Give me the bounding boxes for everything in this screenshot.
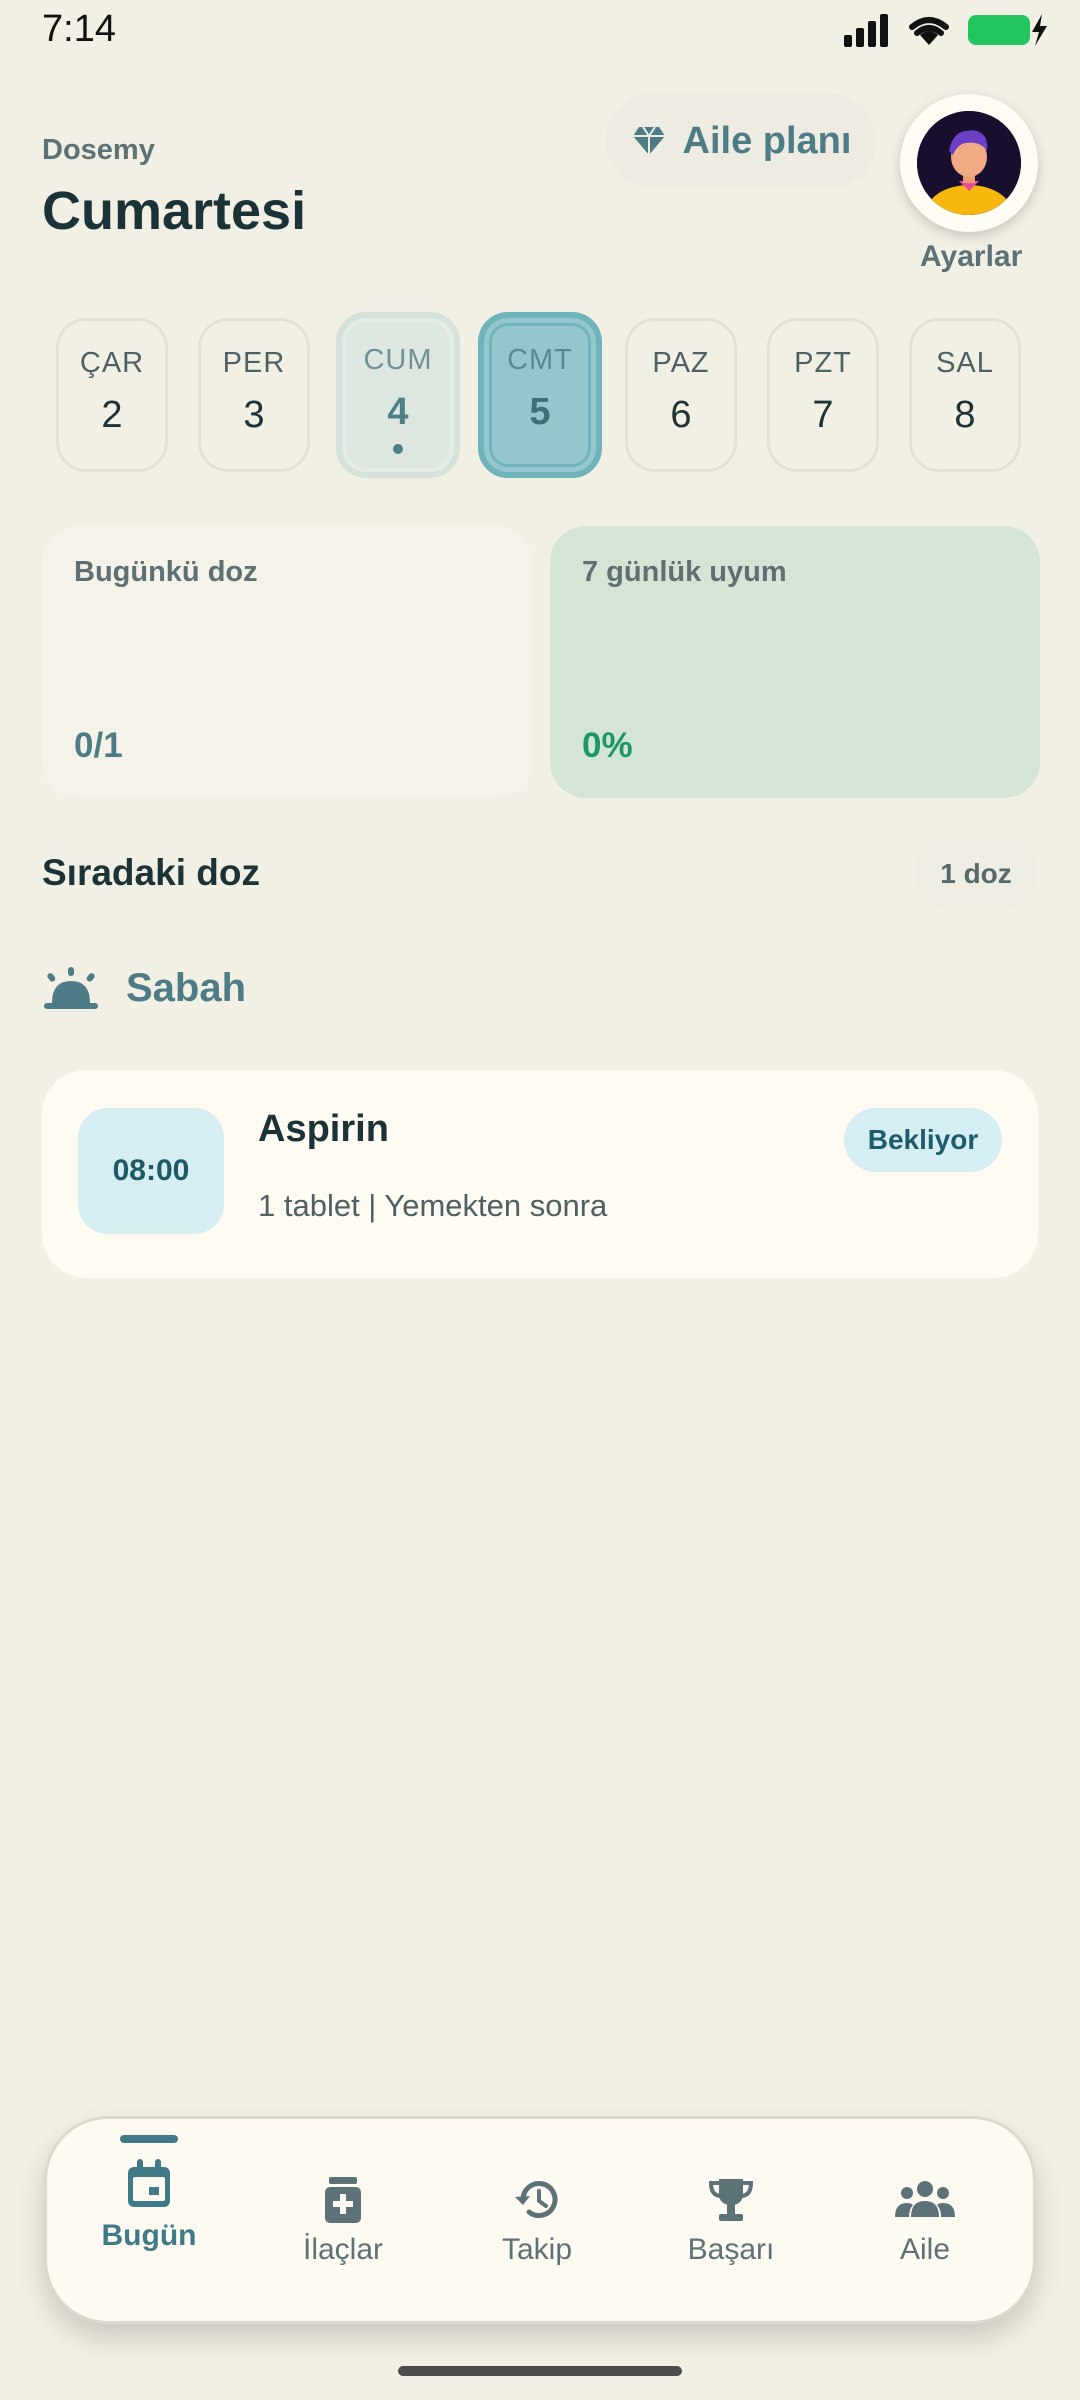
home-indicator[interactable]: [398, 2366, 682, 2376]
compliance-value: 0%: [582, 726, 633, 765]
page-title: Cumartesi: [42, 181, 307, 241]
nav-today-label: Bugün: [101, 2219, 197, 2252]
status-icons: [842, 12, 1050, 48]
today-dose-card: Bugünkü doz 0/1: [42, 526, 532, 798]
day-name: ÇAR: [79, 347, 145, 379]
day-name: PZT: [794, 347, 852, 379]
nav-achievements-label: Başarı: [687, 2233, 775, 2266]
today-dose-value: 0/1: [74, 726, 123, 765]
app-name: Dosemy: [42, 134, 155, 166]
family-plan-button[interactable]: Aile planı: [606, 94, 876, 188]
nav-tracking[interactable]: Takip: [447, 2119, 627, 2327]
signal-icon: [844, 14, 888, 47]
nav-today[interactable]: Bugün: [59, 2119, 239, 2327]
day-name: PER: [222, 347, 286, 379]
day-number: 2: [101, 394, 123, 436]
day-item-per[interactable]: PER 3: [198, 318, 310, 472]
nav-tracking-label: Takip: [501, 2233, 573, 2266]
family-plan-label: Aile planı: [682, 119, 852, 162]
nav-medications-label: İlaçlar: [302, 2233, 384, 2266]
day-item-cum-today[interactable]: CUM 4: [336, 312, 460, 478]
compliance-label: 7 günlük uyum: [582, 556, 787, 588]
nav-family-label: Aile: [899, 2233, 951, 2266]
avatar: [917, 111, 1021, 215]
day-item-pzt[interactable]: PZT 7: [767, 318, 879, 472]
nav-medications[interactable]: İlaçlar: [253, 2119, 433, 2327]
day-number: 5: [529, 391, 551, 433]
medication-name: Aspirin: [258, 1108, 389, 1150]
dose-count-badge: 1 doz: [914, 840, 1038, 908]
day-name: SAL: [936, 347, 994, 379]
day-item-paz[interactable]: PAZ 6: [625, 318, 737, 472]
history-icon: [515, 2181, 558, 2218]
bottom-nav: Bugün İlaçlar Takip Başarı Aile: [44, 2116, 1036, 2324]
day-name: PAZ: [652, 347, 710, 379]
day-item-car[interactable]: ÇAR 2: [56, 318, 168, 472]
day-name: CMT: [507, 344, 573, 376]
avatar-illustration: [917, 111, 1021, 215]
next-dose-title: Sıradaki doz: [42, 852, 260, 893]
today-dose-label: Bugünkü doz: [74, 556, 258, 588]
day-number: 3: [243, 394, 265, 436]
group-icon: [895, 2181, 955, 2217]
compliance-card: 7 günlük uyum 0%: [550, 526, 1040, 798]
day-name: CUM: [363, 344, 433, 376]
period-header: Sabah: [42, 966, 246, 1011]
active-indicator: [120, 2135, 178, 2143]
wifi-icon: [909, 17, 949, 45]
calendar-icon: [128, 2159, 170, 2207]
sunrise-icon: [44, 966, 98, 1009]
today-dot: [393, 444, 403, 454]
battery-icon: [968, 14, 1047, 46]
dose-time: 08:00: [78, 1108, 224, 1234]
status-badge[interactable]: Bekliyor: [844, 1108, 1002, 1172]
status-time: 7:14: [42, 8, 116, 50]
trophy-icon: [708, 2179, 754, 2221]
day-number: 4: [387, 391, 409, 433]
period-label: Sabah: [126, 966, 247, 1010]
day-number: 8: [954, 394, 976, 436]
day-number: 7: [812, 394, 834, 436]
medication-card[interactable]: 08:00 Aspirin 1 tablet | Yemekten sonra …: [42, 1070, 1038, 1278]
settings-label: Ayarlar: [920, 240, 1023, 273]
day-number: 6: [670, 394, 692, 436]
medicine-bottle-icon: [325, 2177, 361, 2223]
diamond-icon: [632, 126, 665, 155]
settings-avatar-button[interactable]: [900, 94, 1038, 232]
medication-detail: 1 tablet | Yemekten sonra: [258, 1188, 608, 1223]
day-item-cmt-selected[interactable]: CMT 5: [478, 312, 602, 478]
day-item-sal[interactable]: SAL 8: [909, 318, 1021, 472]
nav-family[interactable]: Aile: [835, 2119, 1015, 2327]
nav-achievements[interactable]: Başarı: [641, 2119, 821, 2327]
